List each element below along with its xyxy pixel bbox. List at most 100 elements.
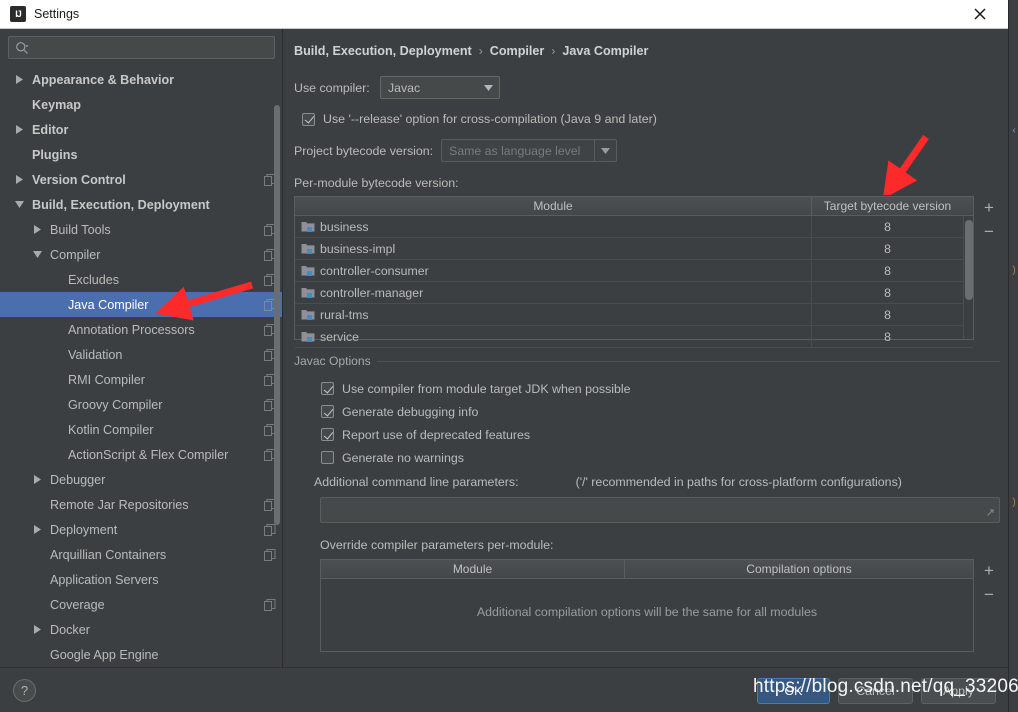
chevron-right-icon[interactable] (12, 117, 26, 142)
sidebar-item-google-app-engine[interactable]: Google App Engine (0, 642, 282, 667)
column-header-compilation-options[interactable]: Compilation options (624, 560, 973, 578)
ide-strip-glyph: ) (1012, 265, 1016, 276)
chevron-right-icon[interactable] (30, 517, 44, 542)
help-button[interactable]: ? (13, 679, 36, 702)
close-icon[interactable] (960, 0, 1000, 28)
table-row[interactable]: business 8 (295, 216, 973, 238)
remove-module-button[interactable]: − (977, 220, 1001, 244)
table-row[interactable]: business-impl 8 (295, 238, 973, 260)
javac-option-checkbox[interactable] (321, 428, 334, 441)
sidebar-item-keymap[interactable]: Keymap (0, 92, 282, 117)
sidebar-item-validation[interactable]: Validation (0, 342, 282, 367)
sidebar-item-rmi-compiler[interactable]: RMI Compiler (0, 367, 282, 392)
cell-target-bytecode-version[interactable]: 8 (811, 304, 963, 325)
javac-option-label: Generate debugging info (342, 404, 479, 419)
project-bytecode-value: Same as language level (449, 143, 581, 158)
javac-options-group-separator: Javac Options (294, 354, 1000, 368)
override-params-table-header: Module Compilation options (321, 560, 973, 579)
sidebar-item-remote-jar-repositories[interactable]: Remote Jar Repositories (0, 492, 282, 517)
sidebar-item-label: RMI Compiler (68, 372, 145, 387)
module-name: controller-manager (320, 285, 424, 300)
javac-option-row[interactable]: Generate debugging info (321, 400, 994, 423)
chevron-right-icon[interactable] (30, 617, 44, 642)
cell-target-bytecode-version[interactable]: 8 (811, 282, 963, 303)
additional-params-input[interactable]: ↗ (320, 497, 1000, 523)
window-title: Settings (34, 7, 80, 21)
cell-target-bytecode-version[interactable]: 8 (811, 216, 963, 237)
sidebar-item-java-compiler[interactable]: Java Compiler (0, 292, 282, 317)
search-input[interactable] (29, 39, 268, 56)
sidebar-scrollbar[interactable] (274, 67, 280, 659)
chevron-down-icon[interactable] (12, 192, 26, 217)
release-option-label: Use '--release' option for cross-compila… (323, 112, 657, 126)
add-override-button[interactable]: + (977, 559, 1001, 583)
expand-icon[interactable]: ↗ (986, 506, 995, 519)
breadcrumb-part-1[interactable]: Build, Execution, Deployment (294, 44, 472, 58)
use-compiler-row: Use compiler: Javac (294, 76, 994, 99)
cell-target-bytecode-version[interactable]: 8 (811, 260, 963, 281)
override-params-label: Override compiler parameters per-module: (320, 538, 554, 552)
sidebar-item-build-tools[interactable]: Build Tools (0, 217, 282, 242)
project-bytecode-dropdown[interactable]: Same as language level (441, 139, 618, 162)
column-header-module[interactable]: Module (295, 197, 811, 215)
sidebar-item-label: Editor (32, 122, 69, 137)
chevron-right-icon[interactable] (30, 217, 44, 242)
sidebar-item-build-execution-deployment[interactable]: Build, Execution, Deployment (0, 192, 282, 217)
cell-module: controller-manager (295, 282, 811, 303)
breadcrumb-part-3: Java Compiler (562, 44, 649, 58)
sidebar-item-editor[interactable]: Editor (0, 117, 282, 142)
remove-override-button[interactable]: − (977, 583, 1001, 607)
search-box[interactable] (8, 36, 275, 59)
sidebar-item-coverage[interactable]: Coverage (0, 592, 282, 617)
chevron-right-icon[interactable] (12, 167, 26, 192)
sidebar-item-kotlin-compiler[interactable]: Kotlin Compiler (0, 417, 282, 442)
javac-option-checkbox[interactable] (321, 405, 334, 418)
sidebar-item-arquillian-containers[interactable]: Arquillian Containers (0, 542, 282, 567)
table-row[interactable]: controller-consumer 8 (295, 260, 973, 282)
column-header-target-bytecode-version[interactable]: Target bytecode version (811, 197, 963, 215)
sidebar-item-debugger[interactable]: Debugger (0, 467, 282, 492)
sidebar-item-docker[interactable]: Docker (0, 617, 282, 642)
table-row[interactable]: controller-manager 8 (295, 282, 973, 304)
per-module-table-scrollbar-thumb[interactable] (965, 220, 973, 300)
per-module-table-scrollbar[interactable] (963, 216, 973, 339)
javac-option-row[interactable]: Use compiler from module target JDK when… (321, 377, 994, 400)
chevron-right-icon[interactable] (12, 67, 26, 92)
sidebar-item-application-servers[interactable]: Application Servers (0, 567, 282, 592)
chevron-down-icon[interactable] (30, 242, 44, 267)
table-row[interactable]: rural-tms 8 (295, 304, 973, 326)
use-compiler-dropdown[interactable]: Javac (380, 76, 500, 99)
sidebar-item-version-control[interactable]: Version Control (0, 167, 282, 192)
release-option-row[interactable]: Use '--release' option for cross-compila… (302, 112, 994, 126)
sidebar-item-groovy-compiler[interactable]: Groovy Compiler (0, 392, 282, 417)
sidebar-item-actionscript-flex-compiler[interactable]: ActionScript & Flex Compiler (0, 442, 282, 467)
cell-target-bytecode-version[interactable]: 8 (811, 326, 963, 347)
cell-target-bytecode-version[interactable]: 8 (811, 238, 963, 259)
sidebar-item-label: Build Tools (50, 222, 111, 237)
chevron-right-icon[interactable] (30, 467, 44, 492)
release-option-checkbox[interactable] (302, 112, 315, 126)
javac-option-row[interactable]: Report use of deprecated features (321, 423, 994, 446)
sidebar-item-appearance-behavior[interactable]: Appearance & Behavior (0, 67, 282, 92)
sidebar-item-excludes[interactable]: Excludes (0, 267, 282, 292)
sidebar-item-annotation-processors[interactable]: Annotation Processors (0, 317, 282, 342)
table-row[interactable]: service 8 (295, 326, 973, 348)
breadcrumb-part-2[interactable]: Compiler (490, 44, 545, 58)
javac-option-checkbox[interactable] (321, 451, 334, 464)
sidebar-item-compiler[interactable]: Compiler (0, 242, 282, 267)
sidebar-item-plugins[interactable]: Plugins (0, 142, 282, 167)
module-name: business-impl (320, 241, 396, 256)
javac-option-row[interactable]: Generate no warnings (321, 446, 994, 469)
column-header-module[interactable]: Module (321, 560, 624, 578)
javac-option-checkbox[interactable] (321, 382, 334, 395)
sidebar-item-label: Docker (50, 622, 90, 637)
module-name: rural-tms (320, 307, 369, 322)
add-module-button[interactable]: + (977, 196, 1001, 220)
sidebar-item-deployment[interactable]: Deployment (0, 517, 282, 542)
sidebar-scrollbar-thumb[interactable] (274, 105, 280, 525)
